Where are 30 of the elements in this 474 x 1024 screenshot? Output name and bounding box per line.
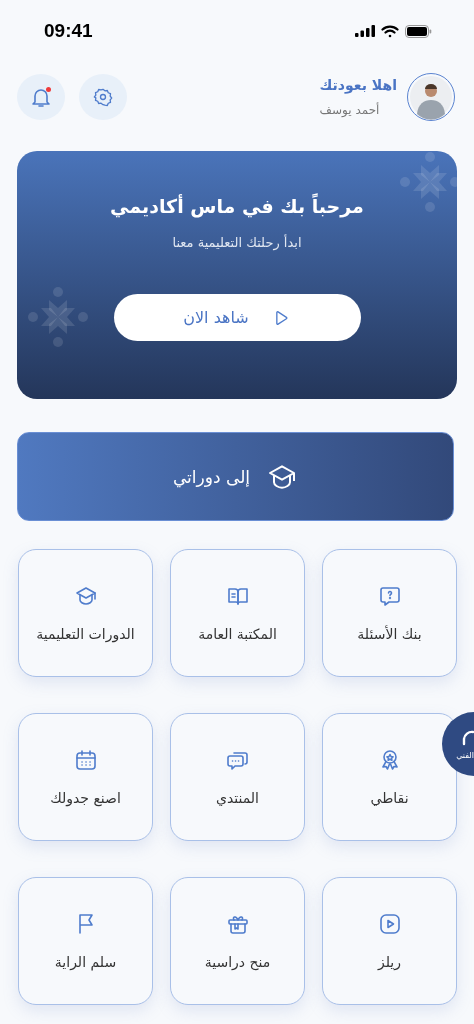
menu-tile[interactable]: نقاطي <box>322 713 457 841</box>
menu-tile[interactable]: ريلز <box>322 877 457 1005</box>
my-courses-button[interactable]: إلى دوراتي <box>17 432 454 521</box>
banner-subtitle: ابدأ رحلتك التعليمية معنا <box>172 235 302 250</box>
banner-title: مرحباً بك في ماس أكاديمي <box>110 195 364 217</box>
battery-icon <box>405 24 432 38</box>
menu-tile[interactable]: المكتبة العامة <box>170 549 305 677</box>
user-name: أحمد يوسف <box>319 103 380 117</box>
support-label: الفني <box>456 750 474 760</box>
notifications-button[interactable] <box>17 74 65 120</box>
menu-tile[interactable]: المنتدي <box>170 713 305 841</box>
pattern-drawing <box>27 286 89 348</box>
menu-tile[interactable]: الدورات التعليمية <box>18 549 153 677</box>
signal-icon <box>355 25 375 37</box>
menu-tile[interactable]: سلم الراية <box>18 877 153 1005</box>
menu-tile[interactable]: اصنع جدولك <box>18 713 153 841</box>
menu-tile[interactable]: منح دراسية <box>170 877 305 1005</box>
graduation-cap-icon <box>73 584 98 608</box>
watch-now-button[interactable]: شاهد الان <box>113 294 361 341</box>
greeting-text: اهلا بعودتك <box>319 77 397 93</box>
settings-icon <box>93 87 113 107</box>
status-time: 09:41 <box>44 20 93 42</box>
play-icon <box>377 912 402 936</box>
question-bubble-icon <box>377 584 402 608</box>
calendar-icon <box>73 748 98 772</box>
settings-button[interactable] <box>79 74 127 120</box>
menu-tile[interactable]: بنك الأسئلة <box>322 549 457 677</box>
pattern-drawing <box>399 151 457 213</box>
wifi-icon <box>381 24 399 38</box>
user-avatar[interactable] <box>407 73 455 121</box>
